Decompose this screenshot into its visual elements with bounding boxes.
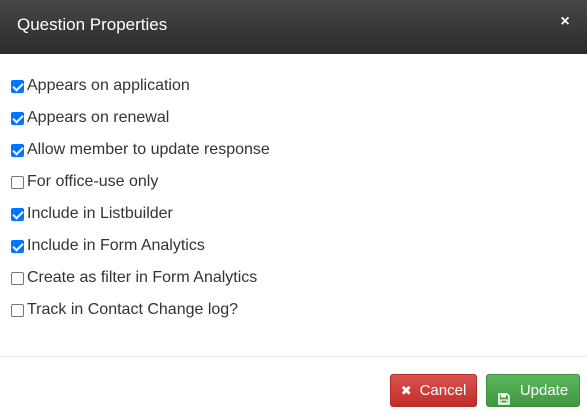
modal-header: Question Properties × [0,0,587,54]
option-include-listbuilder: Include in Listbuilder [0,198,587,230]
cancel-label: Cancel [419,382,467,399]
close-icon[interactable]: × [557,12,573,32]
option-office-use-only: For office-use only [0,166,587,198]
modal-body: Appears on application Appears on renewa… [0,54,587,356]
create-filter-checkbox[interactable] [11,271,24,285]
allow-member-update-checkbox[interactable] [11,143,24,157]
option-label[interactable]: For office-use only [27,172,158,192]
option-include-form-analytics: Include in Form Analytics [0,230,587,262]
track-change-log-checkbox[interactable] [11,303,24,317]
modal-footer: ✖ Cancel Update [0,357,587,415]
option-label[interactable]: Create as filter in Form Analytics [27,268,257,288]
cancel-button[interactable]: ✖ Cancel [390,374,477,407]
question-properties-modal: Question Properties × Appears on applica… [0,0,587,415]
option-label[interactable]: Include in Listbuilder [27,204,173,224]
option-allow-member-update: Allow member to update response [0,134,587,166]
option-create-filter: Create as filter in Form Analytics [0,262,587,294]
option-label[interactable]: Track in Contact Change log? [27,300,238,320]
include-form-analytics-checkbox[interactable] [11,239,24,253]
appears-on-renewal-checkbox[interactable] [11,111,24,125]
modal-title: Question Properties [17,15,168,34]
include-listbuilder-checkbox[interactable] [11,207,24,221]
option-appears-on-renewal: Appears on renewal [0,102,587,134]
office-use-only-checkbox[interactable] [11,175,24,189]
times-icon: ✖ [400,383,412,398]
option-track-change-log: Track in Contact Change log? [0,294,587,326]
option-appears-on-application: Appears on application [0,70,587,102]
option-label[interactable]: Include in Form Analytics [27,236,205,256]
save-icon [498,385,510,405]
option-label[interactable]: Allow member to update response [27,140,270,160]
option-label[interactable]: Appears on renewal [27,108,169,128]
option-label[interactable]: Appears on application [27,76,190,96]
update-label: Update [519,382,569,399]
update-button[interactable]: Update [486,374,580,407]
appears-on-application-checkbox[interactable] [11,79,24,93]
